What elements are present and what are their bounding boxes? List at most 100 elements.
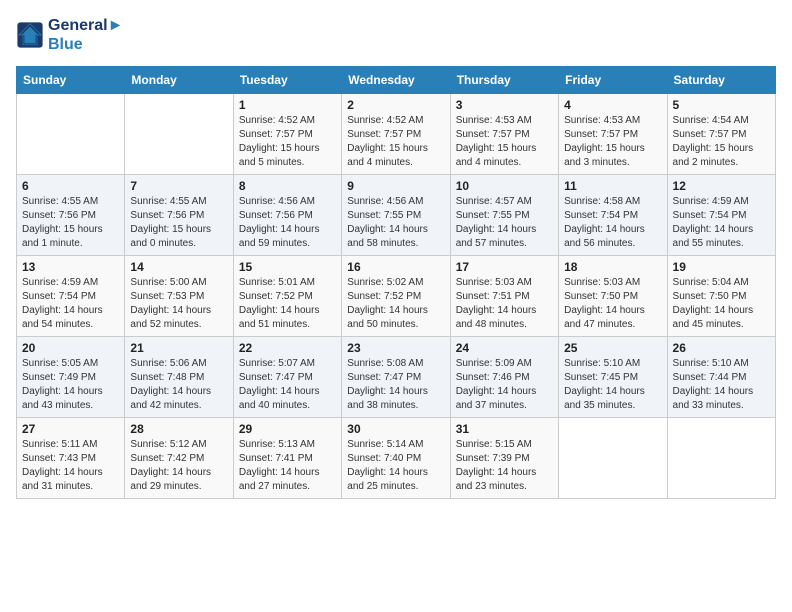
- calendar-cell: 29 Sunrise: 5:13 AM Sunset: 7:41 PM Dayli…: [233, 418, 341, 499]
- calendar-week-1: 1Sunrise: 4:52 AM Sunset: 7:57 PM Daylig…: [17, 94, 776, 175]
- logo-icon: [16, 21, 44, 49]
- calendar-week-4: 20 Sunrise: 5:05 AM Sunset: 7:49 PM Dayli…: [17, 337, 776, 418]
- day-number: 22: [239, 341, 336, 355]
- calendar-cell: 14 Sunrise: 5:00 AM Sunset: 7:53 PM Dayli…: [125, 256, 233, 337]
- calendar-cell: [559, 418, 667, 499]
- calendar-cell: 21 Sunrise: 5:06 AM Sunset: 7:48 PM Dayli…: [125, 337, 233, 418]
- day-number: 5: [673, 98, 770, 112]
- calendar-cell: [667, 418, 775, 499]
- day-header-wednesday: Wednesday: [342, 67, 450, 94]
- day-header-friday: Friday: [559, 67, 667, 94]
- day-info: Sunrise: 5:10 AM Sunset: 7:45 PM Dayligh…: [564, 357, 661, 413]
- day-info: Sunrise: 4:56 AM Sunset: 7:55 PM Dayligh…: [347, 195, 444, 251]
- day-number: 30: [347, 422, 444, 436]
- day-info: Sunrise: 4:53 AM Sunset: 7:57 PM Dayligh…: [456, 114, 553, 170]
- logo-text: General► Blue: [48, 16, 123, 54]
- calendar-cell: 16 Sunrise: 5:02 AM Sunset: 7:52 PM Dayli…: [342, 256, 450, 337]
- day-header-tuesday: Tuesday: [233, 67, 341, 94]
- calendar-cell: 27 Sunrise: 5:11 AM Sunset: 7:43 PM Dayli…: [17, 418, 125, 499]
- day-number: 3: [456, 98, 553, 112]
- day-info: Sunrise: 5:14 AM Sunset: 7:40 PM Dayligh…: [347, 438, 444, 494]
- day-number: 1: [239, 98, 336, 112]
- day-info: Sunrise: 5:12 AM Sunset: 7:42 PM Dayligh…: [130, 438, 227, 494]
- day-number: 20: [22, 341, 119, 355]
- day-info: Sunrise: 5:15 AM Sunset: 7:39 PM Dayligh…: [456, 438, 553, 494]
- day-number: 14: [130, 260, 227, 274]
- day-number: 12: [673, 179, 770, 193]
- calendar-cell: 28 Sunrise: 5:12 AM Sunset: 7:42 PM Dayli…: [125, 418, 233, 499]
- calendar-cell: [17, 94, 125, 175]
- day-info: Sunrise: 5:02 AM Sunset: 7:52 PM Dayligh…: [347, 276, 444, 332]
- day-header-thursday: Thursday: [450, 67, 558, 94]
- day-info: Sunrise: 5:03 AM Sunset: 7:50 PM Dayligh…: [564, 276, 661, 332]
- day-info: Sunrise: 4:57 AM Sunset: 7:55 PM Dayligh…: [456, 195, 553, 251]
- calendar-cell: 4 Sunrise: 4:53 AM Sunset: 7:57 PM Daylig…: [559, 94, 667, 175]
- calendar-cell: 13 Sunrise: 4:59 AM Sunset: 7:54 PM Dayli…: [17, 256, 125, 337]
- calendar-cell: 18Sunrise: 5:03 AM Sunset: 7:50 PM Dayli…: [559, 256, 667, 337]
- calendar-cell: 17 Sunrise: 5:03 AM Sunset: 7:51 PM Dayli…: [450, 256, 558, 337]
- calendar-cell: 5 Sunrise: 4:54 AM Sunset: 7:57 PM Daylig…: [667, 94, 775, 175]
- calendar-cell: 15 Sunrise: 5:01 AM Sunset: 7:52 PM Dayli…: [233, 256, 341, 337]
- calendar-cell: 31 Sunrise: 5:15 AM Sunset: 7:39 PM Dayli…: [450, 418, 558, 499]
- calendar-cell: 10 Sunrise: 4:57 AM Sunset: 7:55 PM Dayli…: [450, 175, 558, 256]
- page-header: General► Blue: [16, 16, 776, 54]
- calendar-cell: 8Sunrise: 4:56 AM Sunset: 7:56 PM Daylig…: [233, 175, 341, 256]
- calendar-cell: [125, 94, 233, 175]
- day-number: 15: [239, 260, 336, 274]
- calendar-cell: 25Sunrise: 5:10 AM Sunset: 7:45 PM Dayli…: [559, 337, 667, 418]
- day-info: Sunrise: 4:56 AM Sunset: 7:56 PM Dayligh…: [239, 195, 336, 251]
- day-number: 29: [239, 422, 336, 436]
- calendar-cell: 9 Sunrise: 4:56 AM Sunset: 7:55 PM Daylig…: [342, 175, 450, 256]
- day-number: 28: [130, 422, 227, 436]
- day-info: Sunrise: 5:03 AM Sunset: 7:51 PM Dayligh…: [456, 276, 553, 332]
- day-number: 17: [456, 260, 553, 274]
- day-number: 27: [22, 422, 119, 436]
- logo: General► Blue: [16, 16, 123, 54]
- day-number: 7: [130, 179, 227, 193]
- day-info: Sunrise: 5:00 AM Sunset: 7:53 PM Dayligh…: [130, 276, 227, 332]
- calendar-cell: 20 Sunrise: 5:05 AM Sunset: 7:49 PM Dayli…: [17, 337, 125, 418]
- day-number: 16: [347, 260, 444, 274]
- calendar-cell: 7Sunrise: 4:55 AM Sunset: 7:56 PM Daylig…: [125, 175, 233, 256]
- calendar-cell: 19Sunrise: 5:04 AM Sunset: 7:50 PM Dayli…: [667, 256, 775, 337]
- day-info: Sunrise: 4:54 AM Sunset: 7:57 PM Dayligh…: [673, 114, 770, 170]
- calendar-cell: 12Sunrise: 4:59 AM Sunset: 7:54 PM Dayli…: [667, 175, 775, 256]
- day-info: Sunrise: 4:55 AM Sunset: 7:56 PM Dayligh…: [22, 195, 119, 251]
- day-header-saturday: Saturday: [667, 67, 775, 94]
- calendar-week-5: 27 Sunrise: 5:11 AM Sunset: 7:43 PM Dayli…: [17, 418, 776, 499]
- day-info: Sunrise: 4:53 AM Sunset: 7:57 PM Dayligh…: [564, 114, 661, 170]
- calendar-cell: 30 Sunrise: 5:14 AM Sunset: 7:40 PM Dayli…: [342, 418, 450, 499]
- day-number: 19: [673, 260, 770, 274]
- day-number: 13: [22, 260, 119, 274]
- day-info: Sunrise: 5:06 AM Sunset: 7:48 PM Dayligh…: [130, 357, 227, 413]
- day-info: Sunrise: 5:08 AM Sunset: 7:47 PM Dayligh…: [347, 357, 444, 413]
- calendar-cell: 24Sunrise: 5:09 AM Sunset: 7:46 PM Dayli…: [450, 337, 558, 418]
- calendar-week-2: 6 Sunrise: 4:55 AM Sunset: 7:56 PM Daylig…: [17, 175, 776, 256]
- calendar-cell: 22 Sunrise: 5:07 AM Sunset: 7:47 PM Dayli…: [233, 337, 341, 418]
- day-info: Sunrise: 5:11 AM Sunset: 7:43 PM Dayligh…: [22, 438, 119, 494]
- day-info: Sunrise: 4:58 AM Sunset: 7:54 PM Dayligh…: [564, 195, 661, 251]
- day-info: Sunrise: 5:10 AM Sunset: 7:44 PM Dayligh…: [673, 357, 770, 413]
- day-number: 11: [564, 179, 661, 193]
- calendar-cell: 11 Sunrise: 4:58 AM Sunset: 7:54 PM Dayli…: [559, 175, 667, 256]
- day-info: Sunrise: 5:05 AM Sunset: 7:49 PM Dayligh…: [22, 357, 119, 413]
- day-info: Sunrise: 5:13 AM Sunset: 7:41 PM Dayligh…: [239, 438, 336, 494]
- day-number: 10: [456, 179, 553, 193]
- day-info: Sunrise: 5:01 AM Sunset: 7:52 PM Dayligh…: [239, 276, 336, 332]
- calendar-cell: 6 Sunrise: 4:55 AM Sunset: 7:56 PM Daylig…: [17, 175, 125, 256]
- day-number: 23: [347, 341, 444, 355]
- day-number: 21: [130, 341, 227, 355]
- day-number: 6: [22, 179, 119, 193]
- day-number: 4: [564, 98, 661, 112]
- day-number: 2: [347, 98, 444, 112]
- day-info: Sunrise: 5:09 AM Sunset: 7:46 PM Dayligh…: [456, 357, 553, 413]
- day-info: Sunrise: 4:59 AM Sunset: 7:54 PM Dayligh…: [22, 276, 119, 332]
- day-number: 9: [347, 179, 444, 193]
- day-number: 31: [456, 422, 553, 436]
- calendar-cell: 3 Sunrise: 4:53 AM Sunset: 7:57 PM Daylig…: [450, 94, 558, 175]
- calendar-cell: 1Sunrise: 4:52 AM Sunset: 7:57 PM Daylig…: [233, 94, 341, 175]
- day-header-monday: Monday: [125, 67, 233, 94]
- calendar-header: SundayMondayTuesdayWednesdayThursdayFrid…: [17, 67, 776, 94]
- calendar-week-3: 13 Sunrise: 4:59 AM Sunset: 7:54 PM Dayli…: [17, 256, 776, 337]
- day-info: Sunrise: 5:07 AM Sunset: 7:47 PM Dayligh…: [239, 357, 336, 413]
